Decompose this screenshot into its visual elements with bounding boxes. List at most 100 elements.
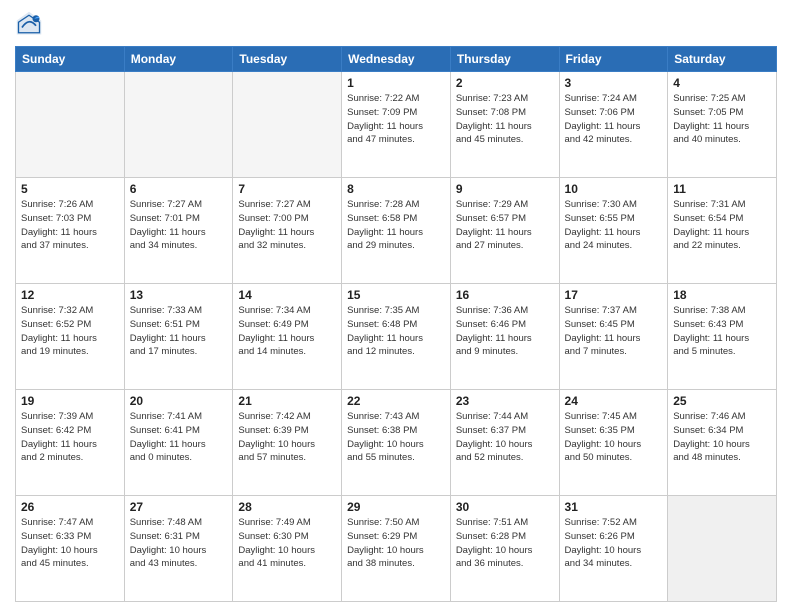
day-number: 14	[238, 288, 336, 302]
day-info: Sunrise: 7:37 AM Sunset: 6:45 PM Dayligh…	[565, 304, 663, 359]
day-info: Sunrise: 7:33 AM Sunset: 6:51 PM Dayligh…	[130, 304, 228, 359]
day-number: 8	[347, 182, 445, 196]
calendar-header-row: SundayMondayTuesdayWednesdayThursdayFrid…	[16, 47, 777, 72]
day-number: 16	[456, 288, 554, 302]
calendar-cell: 16 Sunrise: 7:36 AM Sunset: 6:46 PM Dayli…	[450, 284, 559, 390]
day-info: Sunrise: 7:27 AM Sunset: 7:00 PM Dayligh…	[238, 198, 336, 253]
day-number: 17	[565, 288, 663, 302]
calendar-cell: 22 Sunrise: 7:43 AM Sunset: 6:38 PM Dayli…	[342, 390, 451, 496]
day-info: Sunrise: 7:46 AM Sunset: 6:34 PM Dayligh…	[673, 410, 771, 465]
calendar-week-3: 12Sunrise: 7:32 AM Sunset: 6:52 PM Dayli…	[16, 284, 777, 390]
calendar-cell: 29Sunrise: 7:50 AM Sunset: 6:29 PM Dayli…	[342, 496, 451, 602]
day-number: 13	[130, 288, 228, 302]
calendar-cell: 7 Sunrise: 7:27 AM Sunset: 7:00 PM Daylig…	[233, 178, 342, 284]
calendar-table: SundayMondayTuesdayWednesdayThursdayFrid…	[15, 46, 777, 602]
day-number: 20	[130, 394, 228, 408]
column-header-wednesday: Wednesday	[342, 47, 451, 72]
calendar-cell: 8 Sunrise: 7:28 AM Sunset: 6:58 PM Daylig…	[342, 178, 451, 284]
day-number: 29	[347, 500, 445, 514]
calendar-cell: 17 Sunrise: 7:37 AM Sunset: 6:45 PM Dayli…	[559, 284, 668, 390]
day-number: 4	[673, 76, 771, 90]
calendar-cell: 3 Sunrise: 7:24 AM Sunset: 7:06 PM Daylig…	[559, 72, 668, 178]
day-info: Sunrise: 7:32 AM Sunset: 6:52 PM Dayligh…	[21, 304, 119, 359]
day-info: Sunrise: 7:45 AM Sunset: 6:35 PM Dayligh…	[565, 410, 663, 465]
day-number: 6	[130, 182, 228, 196]
day-number: 18	[673, 288, 771, 302]
column-header-friday: Friday	[559, 47, 668, 72]
day-info: Sunrise: 7:34 AM Sunset: 6:49 PM Dayligh…	[238, 304, 336, 359]
calendar-cell: 5Sunrise: 7:26 AM Sunset: 7:03 PM Daylig…	[16, 178, 125, 284]
calendar-cell	[16, 72, 125, 178]
calendar-week-2: 5Sunrise: 7:26 AM Sunset: 7:03 PM Daylig…	[16, 178, 777, 284]
calendar-cell: 11 Sunrise: 7:31 AM Sunset: 6:54 PM Dayli…	[668, 178, 777, 284]
calendar-cell: 10 Sunrise: 7:30 AM Sunset: 6:55 PM Dayli…	[559, 178, 668, 284]
calendar-cell: 4 Sunrise: 7:25 AM Sunset: 7:05 PM Daylig…	[668, 72, 777, 178]
day-info: Sunrise: 7:42 AM Sunset: 6:39 PM Dayligh…	[238, 410, 336, 465]
calendar-cell: 6 Sunrise: 7:27 AM Sunset: 7:01 PM Daylig…	[124, 178, 233, 284]
calendar-cell: 21 Sunrise: 7:42 AM Sunset: 6:39 PM Dayli…	[233, 390, 342, 496]
day-info: Sunrise: 7:35 AM Sunset: 6:48 PM Dayligh…	[347, 304, 445, 359]
calendar-cell: 28 Sunrise: 7:49 AM Sunset: 6:30 PM Dayli…	[233, 496, 342, 602]
calendar-cell	[124, 72, 233, 178]
day-number: 9	[456, 182, 554, 196]
calendar-cell: 25Sunrise: 7:46 AM Sunset: 6:34 PM Dayli…	[668, 390, 777, 496]
calendar-cell: 20Sunrise: 7:41 AM Sunset: 6:41 PM Dayli…	[124, 390, 233, 496]
day-info: Sunrise: 7:25 AM Sunset: 7:05 PM Dayligh…	[673, 92, 771, 147]
calendar-cell: 14 Sunrise: 7:34 AM Sunset: 6:49 PM Dayli…	[233, 284, 342, 390]
day-info: Sunrise: 7:29 AM Sunset: 6:57 PM Dayligh…	[456, 198, 554, 253]
calendar-cell: 31Sunrise: 7:52 AM Sunset: 6:26 PM Dayli…	[559, 496, 668, 602]
day-number: 19	[21, 394, 119, 408]
day-info: Sunrise: 7:36 AM Sunset: 6:46 PM Dayligh…	[456, 304, 554, 359]
day-info: Sunrise: 7:51 AM Sunset: 6:28 PM Dayligh…	[456, 516, 554, 571]
day-info: Sunrise: 7:26 AM Sunset: 7:03 PM Dayligh…	[21, 198, 119, 253]
calendar-cell: 24 Sunrise: 7:45 AM Sunset: 6:35 PM Dayli…	[559, 390, 668, 496]
calendar-cell: 30 Sunrise: 7:51 AM Sunset: 6:28 PM Dayli…	[450, 496, 559, 602]
calendar-cell: 26 Sunrise: 7:47 AM Sunset: 6:33 PM Dayli…	[16, 496, 125, 602]
day-info: Sunrise: 7:27 AM Sunset: 7:01 PM Dayligh…	[130, 198, 228, 253]
calendar-week-1: 1 Sunrise: 7:22 AM Sunset: 7:09 PM Daylig…	[16, 72, 777, 178]
day-info: Sunrise: 7:38 AM Sunset: 6:43 PM Dayligh…	[673, 304, 771, 359]
day-info: Sunrise: 7:24 AM Sunset: 7:06 PM Dayligh…	[565, 92, 663, 147]
day-info: Sunrise: 7:28 AM Sunset: 6:58 PM Dayligh…	[347, 198, 445, 253]
day-number: 3	[565, 76, 663, 90]
calendar-cell: 1 Sunrise: 7:22 AM Sunset: 7:09 PM Daylig…	[342, 72, 451, 178]
calendar-cell	[233, 72, 342, 178]
calendar-cell: 2Sunrise: 7:23 AM Sunset: 7:08 PM Daylig…	[450, 72, 559, 178]
page-container: SundayMondayTuesdayWednesdayThursdayFrid…	[0, 0, 792, 612]
column-header-saturday: Saturday	[668, 47, 777, 72]
day-number: 23	[456, 394, 554, 408]
day-info: Sunrise: 7:47 AM Sunset: 6:33 PM Dayligh…	[21, 516, 119, 571]
day-number: 10	[565, 182, 663, 196]
day-number: 30	[456, 500, 554, 514]
day-info: Sunrise: 7:23 AM Sunset: 7:08 PM Dayligh…	[456, 92, 554, 147]
logo	[15, 10, 47, 38]
day-number: 11	[673, 182, 771, 196]
day-number: 7	[238, 182, 336, 196]
calendar-cell: 12Sunrise: 7:32 AM Sunset: 6:52 PM Dayli…	[16, 284, 125, 390]
day-number: 26	[21, 500, 119, 514]
calendar-cell: 19Sunrise: 7:39 AM Sunset: 6:42 PM Dayli…	[16, 390, 125, 496]
header	[15, 10, 777, 38]
day-info: Sunrise: 7:30 AM Sunset: 6:55 PM Dayligh…	[565, 198, 663, 253]
calendar-cell: 9 Sunrise: 7:29 AM Sunset: 6:57 PM Daylig…	[450, 178, 559, 284]
calendar-cell: 13 Sunrise: 7:33 AM Sunset: 6:51 PM Dayli…	[124, 284, 233, 390]
calendar-cell: 18 Sunrise: 7:38 AM Sunset: 6:43 PM Dayli…	[668, 284, 777, 390]
logo-icon	[15, 10, 43, 38]
day-number: 1	[347, 76, 445, 90]
day-number: 21	[238, 394, 336, 408]
day-info: Sunrise: 7:22 AM Sunset: 7:09 PM Dayligh…	[347, 92, 445, 147]
day-info: Sunrise: 7:43 AM Sunset: 6:38 PM Dayligh…	[347, 410, 445, 465]
day-info: Sunrise: 7:48 AM Sunset: 6:31 PM Dayligh…	[130, 516, 228, 571]
day-number: 28	[238, 500, 336, 514]
column-header-sunday: Sunday	[16, 47, 125, 72]
day-info: Sunrise: 7:49 AM Sunset: 6:30 PM Dayligh…	[238, 516, 336, 571]
day-info: Sunrise: 7:44 AM Sunset: 6:37 PM Dayligh…	[456, 410, 554, 465]
day-number: 15	[347, 288, 445, 302]
column-header-thursday: Thursday	[450, 47, 559, 72]
day-number: 22	[347, 394, 445, 408]
day-number: 27	[130, 500, 228, 514]
calendar-cell: 15 Sunrise: 7:35 AM Sunset: 6:48 PM Dayli…	[342, 284, 451, 390]
column-header-monday: Monday	[124, 47, 233, 72]
day-number: 24	[565, 394, 663, 408]
day-info: Sunrise: 7:31 AM Sunset: 6:54 PM Dayligh…	[673, 198, 771, 253]
